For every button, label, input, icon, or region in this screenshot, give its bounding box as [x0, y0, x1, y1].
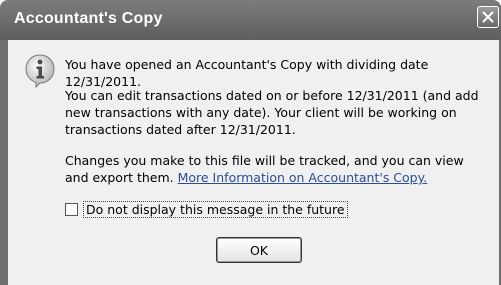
close-button[interactable] — [477, 6, 499, 28]
more-information-link[interactable]: More Information on Accountant's Copy. — [178, 170, 428, 185]
do-not-display-checkbox[interactable] — [65, 203, 78, 216]
do-not-display-label[interactable]: Do not display this message in the futur… — [83, 201, 348, 218]
ok-button[interactable]: OK — [216, 237, 302, 263]
dialog-content: You have opened an Accountant's Copy wit… — [8, 40, 499, 285]
dialog-title: Accountant's Copy — [14, 10, 163, 27]
title-bar[interactable]: Accountant's Copy — [0, 0, 501, 40]
dividing-date-message: You have opened an Accountant's Copy wit… — [65, 57, 429, 89]
close-icon — [482, 11, 494, 23]
edit-transactions-message: You can edit transactions dated on or be… — [65, 88, 479, 137]
info-icon — [25, 54, 55, 88]
dialog-window: Accountant's Copy You have opened an Acc… — [0, 0, 501, 285]
tracking-message: Changes you make to this file will be tr… — [65, 152, 485, 186]
do-not-display-option[interactable]: Do not display this message in the futur… — [65, 201, 348, 218]
